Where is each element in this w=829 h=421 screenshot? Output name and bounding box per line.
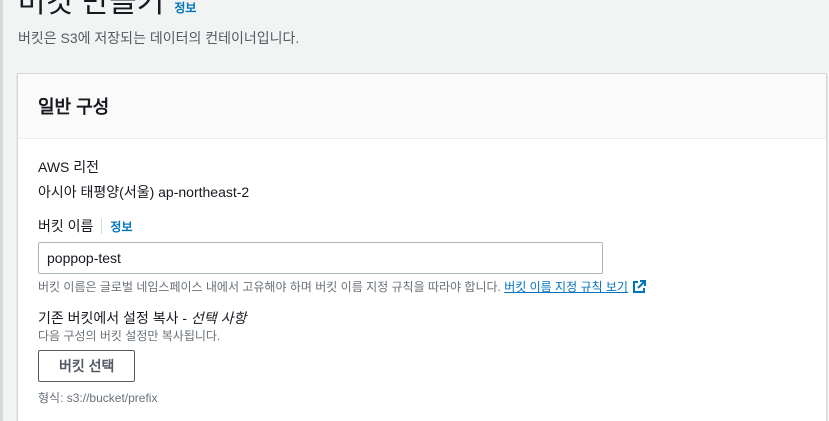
- bucket-naming-rules-link[interactable]: 버킷 이름 지정 규칙 보기: [504, 280, 646, 294]
- bucket-name-input[interactable]: [38, 242, 603, 274]
- bucket-name-hint-text: 버킷 이름은 글로벌 네임스페이스 내에서 고유해야 하며 버킷 이름 지정 규…: [38, 280, 501, 294]
- left-border: [0, 0, 3, 421]
- copy-settings-description: 다음 구성의 버킷 설정만 복사됩니다.: [38, 329, 221, 343]
- optional-tag: 선택 사항: [190, 310, 247, 326]
- panel-body: AWS 리전 아시아 태평양(서울) ap-northeast-2 버킷 이름 …: [18, 139, 826, 406]
- page-description: 버킷은 S3에 저장되는 데이터의 컨테이너입니다.: [18, 30, 300, 46]
- page-header: 버킷 만들기 정보 버킷은 S3에 저장되는 데이터의 컨테이너입니다.: [18, 0, 299, 48]
- bucket-name-label: 버킷 이름: [38, 218, 94, 234]
- title-row: 버킷 만들기 정보: [18, 0, 299, 20]
- copy-settings-label: 기존 버킷에서 설정 복사 - 선택 사항: [38, 308, 806, 328]
- panel-header: 일반 구성: [18, 74, 826, 139]
- page-title: 버킷 만들기: [18, 0, 165, 19]
- copy-settings-label-text: 기존 버킷에서 설정 복사 -: [38, 310, 191, 326]
- general-config-panel: 일반 구성 AWS 리전 아시아 태평양(서울) ap-northeast-2 …: [17, 73, 827, 421]
- region-label: AWS 리전: [38, 159, 100, 175]
- external-link-icon: [632, 280, 646, 293]
- bucket-name-info-link[interactable]: 정보: [110, 218, 132, 235]
- format-hint: 형식: s3://bucket/prefix: [38, 391, 158, 405]
- label-divider: [101, 218, 103, 234]
- choose-bucket-button[interactable]: 버킷 선택: [38, 350, 136, 382]
- rules-link-text: 버킷 이름 지정 규칙 보기: [504, 280, 628, 294]
- title-info-link[interactable]: 정보: [174, 0, 196, 16]
- region-value: 아시아 태평양(서울) ap-northeast-2: [38, 184, 250, 200]
- panel-title: 일반 구성: [38, 97, 110, 117]
- page: 버킷 만들기 정보 버킷은 S3에 저장되는 데이터의 컨테이너입니다. 일반 …: [0, 0, 829, 421]
- bucket-name-label-row: 버킷 이름 정보: [38, 216, 806, 236]
- bucket-name-hint: 버킷 이름은 글로벌 네임스페이스 내에서 고유해야 하며 버킷 이름 지정 규…: [38, 279, 806, 295]
